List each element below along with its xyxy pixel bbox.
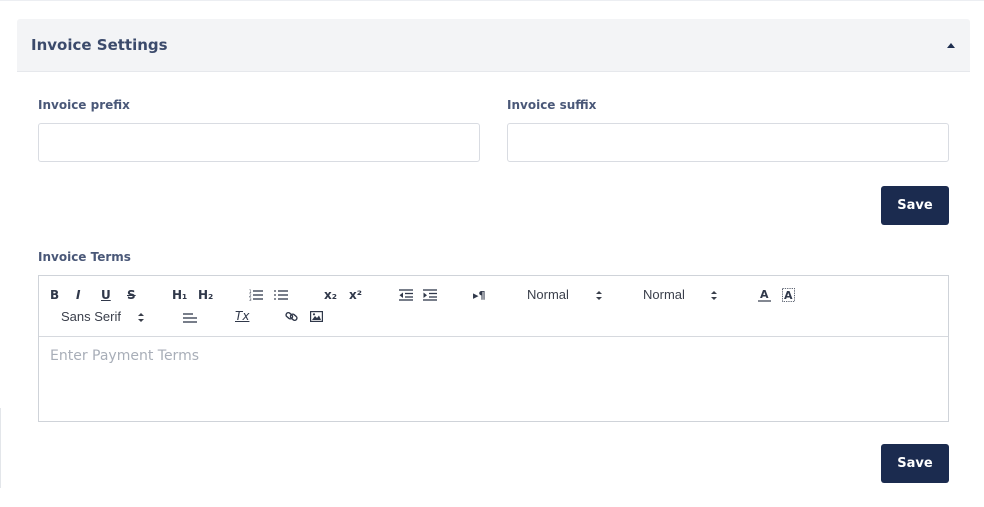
- ordered-list-icon[interactable]: 123: [249, 289, 263, 301]
- svg-text:A: A: [760, 288, 769, 301]
- subscript-button[interactable]: x₂: [324, 288, 337, 302]
- indent-icon[interactable]: [423, 289, 437, 301]
- invoice-suffix-label: Invoice suffix: [507, 98, 597, 112]
- background-color-icon[interactable]: A: [782, 288, 795, 302]
- invoice-suffix-input[interactable]: [507, 123, 949, 162]
- payment-terms-editor[interactable]: Enter Payment Terms: [39, 337, 948, 421]
- outdent-icon[interactable]: [399, 289, 413, 301]
- underline-button[interactable]: U: [101, 288, 111, 302]
- svg-text:A: A: [784, 289, 793, 302]
- strike-button[interactable]: S: [127, 288, 136, 302]
- text-direction-button[interactable]: ▸¶: [473, 289, 486, 303]
- superscript-button[interactable]: x²: [349, 288, 362, 302]
- image-icon[interactable]: [310, 311, 323, 322]
- font-color-icon[interactable]: A: [758, 288, 771, 302]
- bullet-list-icon[interactable]: [274, 289, 288, 301]
- card-header: Invoice Settings: [17, 19, 970, 72]
- save-terms-button[interactable]: Save: [881, 444, 949, 483]
- size-picker[interactable]: Normal: [527, 287, 569, 302]
- save-settings-button[interactable]: Save: [881, 186, 949, 225]
- font-picker-arrows-icon[interactable]: [138, 313, 144, 323]
- invoice-prefix-label: Invoice prefix: [38, 98, 130, 112]
- heading1-button[interactable]: H₁: [172, 288, 187, 302]
- editor-placeholder: Enter Payment Terms: [50, 348, 199, 364]
- heading2-button[interactable]: H₂: [198, 288, 213, 302]
- editor-toolbar: B I U S H₁ H₂ 123 x₂ x² ▸¶ Normal Normal…: [39, 276, 948, 337]
- left-edge-line: [0, 408, 1, 488]
- top-divider: [0, 0, 984, 1]
- card-title: Invoice Settings: [31, 36, 168, 54]
- header-picker-arrows-icon[interactable]: [711, 291, 717, 301]
- bold-button[interactable]: B: [50, 288, 59, 302]
- invoice-prefix-input[interactable]: [38, 123, 480, 162]
- link-icon[interactable]: [285, 310, 298, 323]
- collapse-caret-icon[interactable]: [944, 38, 958, 52]
- italic-button[interactable]: I: [76, 288, 80, 302]
- invoice-terms-label: Invoice Terms: [38, 250, 131, 264]
- rich-text-editor: B I U S H₁ H₂ 123 x₂ x² ▸¶ Normal Normal…: [38, 275, 949, 422]
- svg-text:3: 3: [249, 297, 252, 301]
- header-picker[interactable]: Normal: [643, 287, 685, 302]
- clear-format-button[interactable]: Tx: [235, 309, 249, 323]
- align-icon[interactable]: [183, 312, 197, 324]
- font-picker[interactable]: Sans Serif: [61, 309, 121, 324]
- clear-format-label: Tx: [235, 309, 250, 323]
- size-picker-arrows-icon[interactable]: [596, 291, 602, 301]
